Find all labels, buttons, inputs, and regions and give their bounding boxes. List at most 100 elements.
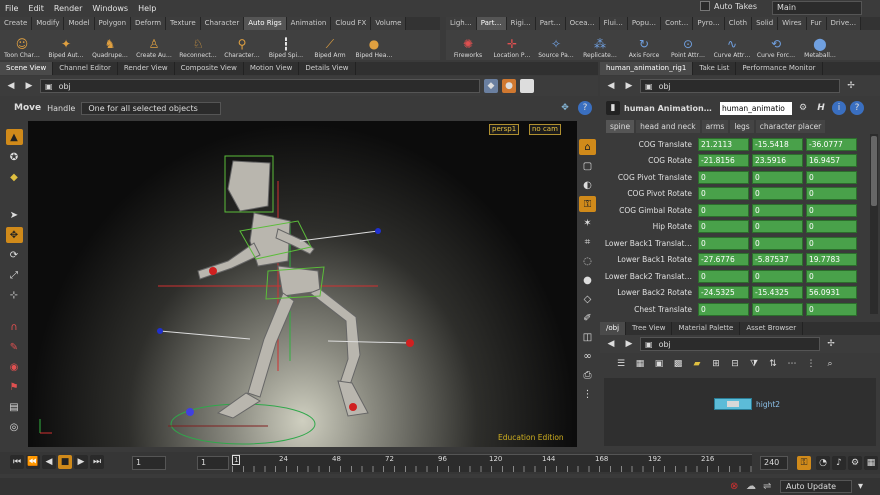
layout-icon[interactable]: ▦	[633, 357, 647, 371]
link-icon[interactable]: ∞	[579, 348, 596, 364]
snapshot-icon[interactable]: ⎙	[579, 367, 596, 383]
auto-takes[interactable]: Auto Takes	[700, 1, 757, 11]
tool-reconnect[interactable]: ♘ Reconnect…	[176, 30, 220, 60]
back-icon[interactable]: ◀	[4, 79, 18, 93]
shelf-tab-model[interactable]: Model	[64, 17, 95, 30]
shelf-tab-cloud-fx[interactable]: Cloud FX	[331, 17, 372, 30]
tool-biped-spine[interactable]: ┇ Biped Spi…	[264, 30, 308, 60]
param-forward-icon[interactable]: ▶	[622, 79, 636, 93]
capture-tool-icon[interactable]: ⚑	[6, 379, 23, 395]
lock-icon[interactable]: ⚿	[579, 196, 596, 212]
pose-tool-icon[interactable]: ✪	[6, 149, 23, 165]
param-scrollbar[interactable]	[870, 134, 878, 314]
tool-create-auto-rig[interactable]: ♙ Create Au…	[132, 30, 176, 60]
first-frame-icon[interactable]: ⏮	[10, 455, 24, 469]
tool-toon-character[interactable]: ☺ Toon Char…	[0, 30, 44, 60]
frame-icon[interactable]: ▢	[579, 158, 596, 174]
tool-curve-force[interactable]: ⟲ Curve Forc…	[754, 30, 798, 60]
shelf-tab-drive[interactable]: Drive…	[826, 17, 862, 30]
tag-icon[interactable]: ◫	[579, 329, 596, 345]
param-tab-legs[interactable]: legs	[730, 120, 754, 133]
menu-windows[interactable]: Windows	[87, 4, 133, 13]
handle-tool-icon[interactable]: ◆	[6, 169, 23, 185]
tab-obj[interactable]: /obj	[600, 322, 627, 335]
info-icon[interactable]: i	[832, 101, 846, 115]
wire-icon[interactable]: ◌	[579, 253, 596, 269]
shelf-tab-particles[interactable]: Part…	[476, 17, 507, 30]
left-foot-handle[interactable]	[186, 408, 194, 416]
more-icon[interactable]: ⋮	[804, 357, 818, 371]
shade-icon[interactable]: ●	[579, 272, 596, 288]
tree-icon[interactable]: ⊞	[709, 357, 723, 371]
param-help-icon[interactable]: ?	[850, 101, 864, 115]
sort-icon[interactable]: ⇅	[766, 357, 780, 371]
display-icon[interactable]	[520, 79, 534, 93]
shelf-tab-create[interactable]: Create	[0, 17, 33, 30]
frame-ruler[interactable]: 1 24 48 72 96 120 144 168 192 216	[232, 454, 752, 472]
shelf-tab-animation[interactable]: Animation	[286, 17, 332, 30]
help-icon[interactable]: ?	[578, 101, 592, 115]
sync-icon[interactable]: ⇌	[763, 481, 771, 492]
select-tool-icon[interactable]: ▲	[5, 129, 23, 145]
play-reverse-icon[interactable]: ◀	[42, 455, 56, 469]
shelf-tab-volume[interactable]: Volume	[371, 17, 407, 30]
take-select[interactable]: Main	[772, 1, 862, 15]
network-path-field[interactable]: ▣ obj	[640, 337, 820, 351]
right-foot-handle[interactable]	[349, 403, 357, 411]
tool-biped-arm[interactable]: ⟋ Biped Arm	[308, 30, 352, 60]
copy-icon[interactable]: ▣	[652, 357, 666, 371]
shelf-tab-texture[interactable]: Texture	[166, 17, 201, 30]
tool-axis-force[interactable]: ↻ Axis Force	[622, 30, 666, 60]
audio-icon[interactable]: ♪	[832, 456, 846, 470]
param-tab-arms[interactable]: arms	[701, 120, 729, 133]
shelf-tab-container[interactable]: Cont…	[661, 17, 694, 30]
param-tab-head-and-neck[interactable]: head and neck	[636, 120, 700, 133]
shelf-tab-solid[interactable]: Solid	[752, 17, 779, 30]
net-pin-icon[interactable]: ✢	[824, 337, 838, 351]
list-icon[interactable]: ☰	[614, 357, 628, 371]
tool-biped-auto-rig[interactable]: ✦ Biped Aut…	[44, 30, 88, 60]
dots-icon[interactable]: ⋯	[785, 357, 799, 371]
shelf-tab-rigid[interactable]: Rigi…	[506, 17, 536, 30]
tab-asset-browser[interactable]: Asset Browser	[740, 322, 804, 335]
prev-key-icon[interactable]: ⏪	[26, 455, 40, 469]
tool-point-attractor[interactable]: ⊙ Point Attr…	[666, 30, 710, 60]
display-options-icon[interactable]: ⋮	[579, 386, 596, 402]
tool-curve-attractor[interactable]: ∿ Curve Attr…	[710, 30, 754, 60]
shelf-tab-auto-rigs[interactable]: Auto Rigs	[244, 17, 287, 30]
shelf-tab-modify[interactable]: Modify	[32, 17, 65, 30]
net-back-icon[interactable]: ◀	[604, 337, 618, 351]
network-search-icon[interactable]: ⌕	[823, 357, 837, 371]
menu-help[interactable]: Help	[133, 4, 161, 13]
pin-icon[interactable]: ✐	[579, 310, 596, 326]
keyframe-icon[interactable]: ⚿	[797, 456, 811, 470]
shelf-tab-deform[interactable]: Deform	[131, 17, 167, 30]
shelf-tab-polygon[interactable]: Polygon	[94, 17, 132, 30]
shelf-tab-fur[interactable]: Fur	[806, 17, 827, 30]
tab-channel-editor[interactable]: Channel Editor	[53, 62, 118, 75]
right-arm-ik-handle[interactable]	[375, 228, 381, 234]
grid-view-icon[interactable]: ▩	[671, 357, 685, 371]
shelf-tab-ocean[interactable]: Ocea…	[565, 17, 600, 30]
update-mode-select[interactable]: Auto Update	[780, 480, 852, 493]
move-tool-icon[interactable]: ✥	[5, 227, 23, 243]
menu-file[interactable]: File	[0, 4, 23, 13]
note-icon[interactable]: ▰	[690, 357, 704, 371]
status-options-icon[interactable]: ▾	[858, 481, 863, 492]
tab-tree-view[interactable]: Tree View	[626, 322, 673, 335]
paint-tool-icon[interactable]: ◉	[6, 359, 23, 375]
tool-source-particles[interactable]: ✧ Source Pa…	[534, 30, 578, 60]
gear-icon[interactable]: ⚙	[796, 101, 810, 115]
camera-menu[interactable]: persp1	[489, 124, 520, 135]
right-leg-ik-handle[interactable]	[406, 339, 414, 347]
hidden-icon[interactable]: ◇	[579, 291, 596, 307]
rotate-tool-icon[interactable]: ⟳	[6, 247, 23, 263]
tool-quadruped[interactable]: ♞ Quadrupe…	[88, 30, 132, 60]
menu-render[interactable]: Render	[49, 4, 87, 13]
tab-performance-monitor[interactable]: Performance Monitor	[736, 62, 823, 75]
net-forward-icon[interactable]: ▶	[622, 337, 636, 351]
forward-icon[interactable]: ▶	[22, 79, 36, 93]
snap-icon[interactable]: ✥	[558, 101, 572, 115]
shelf-tab-populate[interactable]: Popu…	[627, 17, 662, 30]
tab-take-list[interactable]: Take List	[693, 62, 737, 75]
